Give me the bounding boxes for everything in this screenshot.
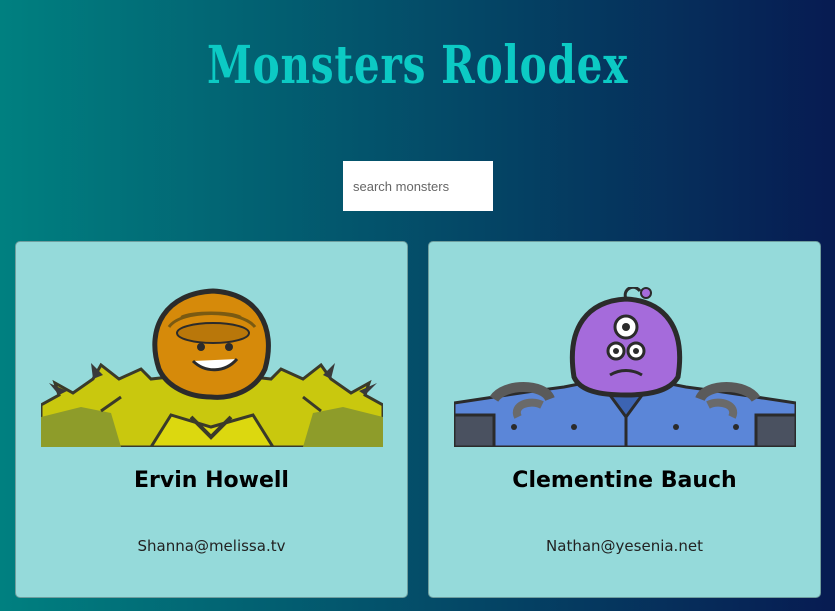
app-title: Monsters Rolodex	[207, 35, 629, 96]
monster-name: Ervin Howell	[134, 468, 289, 493]
monster-name: Clementine Bauch	[512, 468, 737, 493]
yellow-armored-monster-icon	[41, 288, 383, 447]
monster-card[interactable]: Clementine Bauch Nathan@yesenia.net	[428, 241, 821, 598]
monster-email: Shanna@melissa.tv	[137, 537, 286, 555]
search-input[interactable]	[343, 161, 493, 211]
card-list: Ervin Howell Shanna@melissa.tv Clementin…	[15, 241, 821, 598]
monster-card[interactable]: Ervin Howell Shanna@melissa.tv	[15, 241, 408, 598]
purple-cyclops-robot-monster-icon	[454, 287, 796, 447]
monster-email: Nathan@yesenia.net	[546, 537, 703, 555]
